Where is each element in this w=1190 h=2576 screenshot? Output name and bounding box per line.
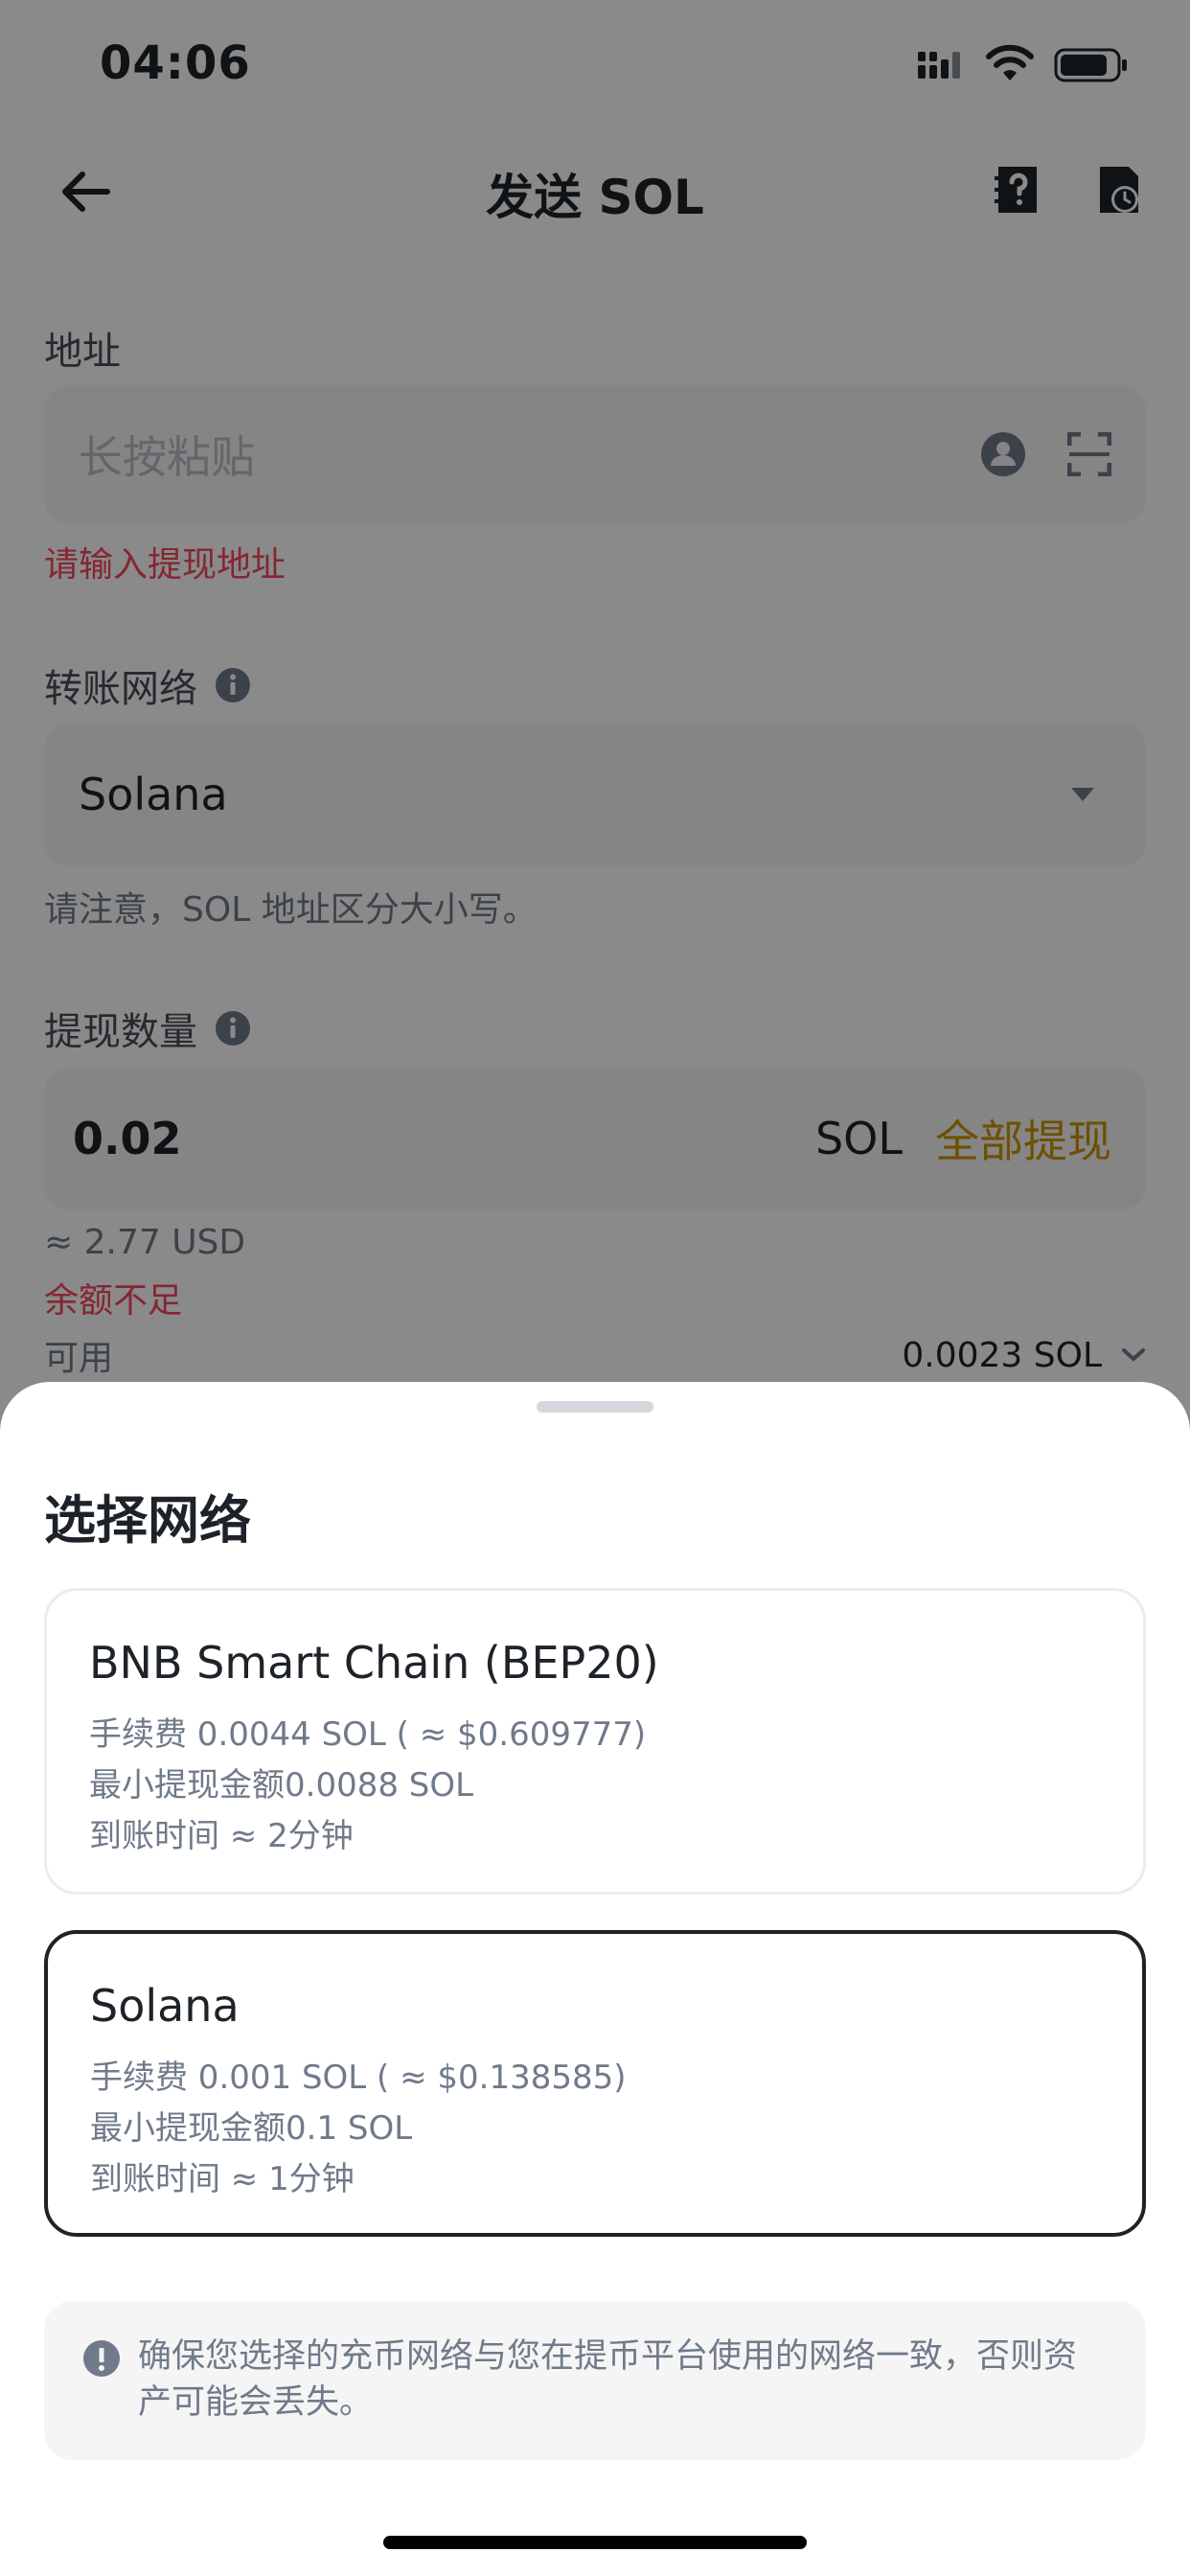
network-option-min: 最小提现金额0.0088 SOL [89, 1766, 474, 1805]
home-indicator[interactable] [383, 2536, 807, 2549]
network-option-min: 最小提现金额0.1 SOL [90, 2109, 413, 2148]
warning-icon [83, 2340, 120, 2377]
network-option-time: 到账时间 ≈ 2分钟 [89, 1817, 354, 1855]
network-option-time: 到账时间 ≈ 1分钟 [90, 2160, 355, 2198]
network-option-name: BNB Smart Chain (BEP20) [89, 1637, 659, 1689]
network-picker-sheet: 选择网络 BNB Smart Chain (BEP20) 手续费 0.0044 … [0, 1382, 1190, 2576]
drag-handle[interactable] [537, 1401, 653, 1413]
network-option-fee: 手续费 0.0044 SOL ( ≈ $0.609777) [89, 1715, 647, 1754]
sheet-title: 选择网络 [44, 1490, 251, 1551]
network-warning-text: 确保您选择的充币网络与您在提币平台使用的网络一致，否则资产可能会丢失。 [138, 2337, 1078, 2422]
network-warning-notice: 确保您选择的充币网络与您在提币平台使用的网络一致，否则资产可能会丢失。 [44, 2301, 1146, 2460]
network-option-solana[interactable]: Solana 手续费 0.001 SOL ( ≈ $0.138585) 最小提现… [44, 1930, 1146, 2237]
network-option-bnb[interactable]: BNB Smart Chain (BEP20) 手续费 0.0044 SOL (… [44, 1588, 1146, 1895]
network-option-name: Solana [90, 1980, 240, 2032]
network-option-fee: 手续费 0.001 SOL ( ≈ $0.138585) [90, 2058, 627, 2097]
